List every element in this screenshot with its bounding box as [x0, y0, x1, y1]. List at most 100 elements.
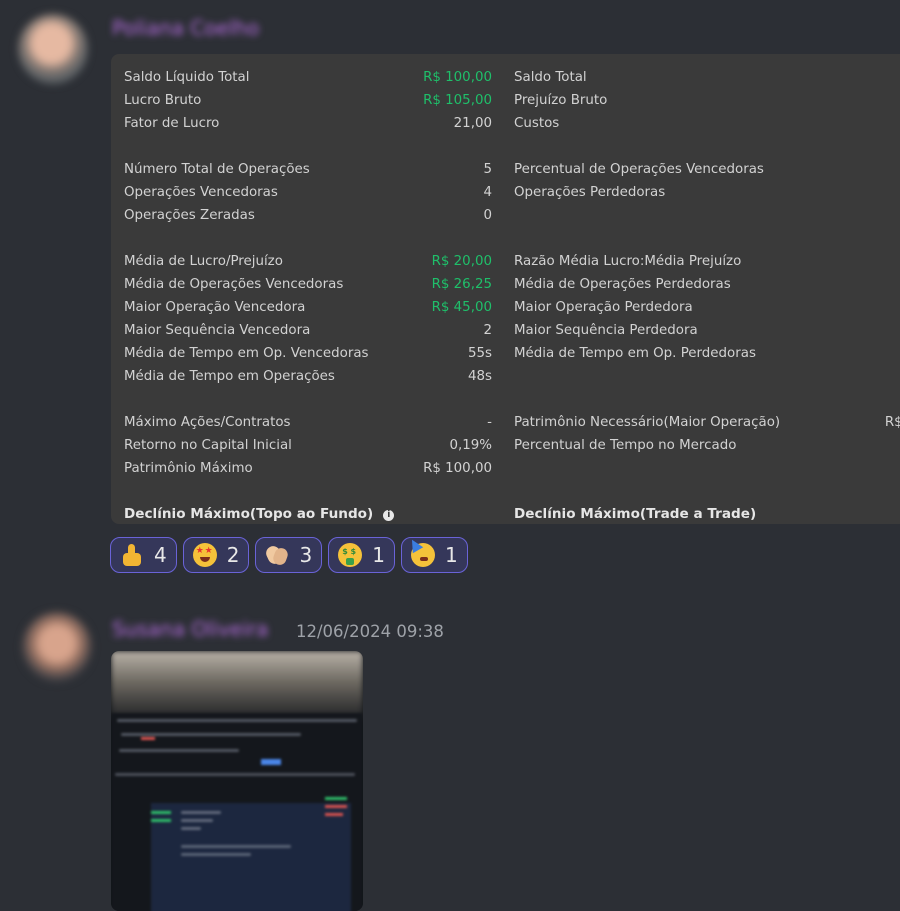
stat-label: Média de Tempo em Op. Vencedoras: [124, 346, 369, 361]
partying-face-icon: [410, 543, 435, 567]
stat-value: 0: [483, 208, 492, 223]
photo-background: [111, 651, 363, 721]
stat-label: Média de Lucro/Prejuízo: [124, 254, 283, 269]
reaction-count: 2: [226, 543, 240, 567]
stat-row: Média de Tempo em Op. Vencedoras 55s: [124, 343, 492, 365]
stat-label: Operações Zeradas: [124, 208, 255, 223]
message-timestamp: 12/06/2024 09:38: [296, 622, 444, 641]
stat-row: Patrimônio Necessário(Maior Operação) R$…: [514, 412, 900, 434]
photo-text-line: [181, 827, 201, 830]
photo-red-value: [325, 805, 347, 808]
stat-label: Razão Média Lucro:Média Prejuízo: [514, 254, 742, 269]
avatar[interactable]: [18, 14, 88, 84]
stat-row: Número Total de Operações 5: [124, 159, 492, 181]
stat-label: Saldo Líquido Total: [124, 70, 250, 85]
photo-text-line: [181, 811, 221, 814]
stat-value: R$ 45,00: [431, 300, 492, 315]
photo-green-value: [151, 811, 171, 814]
stat-row: Média de Operações Perdedoras R: [514, 274, 900, 296]
stat-row: Patrimônio Máximo R$ 100,00: [124, 458, 492, 480]
stat-value: 0,19%: [449, 438, 492, 453]
message-author-name[interactable]: Susana Oliveira: [112, 617, 268, 641]
stat-value: R$ 105,00: [423, 93, 492, 108]
stat-label: Saldo Total: [514, 70, 587, 85]
star-struck-icon: [192, 543, 217, 567]
photo-red-value: [325, 813, 343, 816]
stat-row: Média de Lucro/Prejuízo R$ 20,00: [124, 251, 492, 273]
stat-value: R$ 100,00: [423, 461, 492, 476]
stat-label: Número Total de Operações: [124, 162, 310, 177]
stat-row: Maior Sequência Perdedora: [514, 320, 900, 342]
stat-label: Maior Sequência Perdedora: [514, 323, 698, 338]
photo-blue-button: [261, 759, 281, 765]
reaction-clapping-hands[interactable]: 3: [255, 537, 323, 573]
stat-label: Fator de Lucro: [124, 116, 220, 131]
photo-green-value: [325, 797, 347, 800]
stat-row: Média de Tempo em Operações 48s: [124, 366, 492, 388]
stat-value: R$ 100,00: [423, 70, 492, 85]
reaction-partying-face[interactable]: 1: [400, 537, 468, 573]
photo-green-value: [151, 819, 171, 822]
photo-menu-bar: [117, 719, 357, 722]
photo-monitor-screen: [111, 713, 363, 911]
clapping-hands-icon: [265, 543, 289, 567]
image-attachment[interactable]: [111, 651, 363, 911]
stat-row: Operações Perdedoras: [514, 182, 900, 204]
photo-text-line: [181, 853, 251, 856]
max-drawdown-trade-title: Declínio Máximo(Trade a Trade): [514, 506, 757, 522]
stat-row: Maior Operação Vencedora R$ 45,00: [124, 297, 492, 319]
stat-label: Média de Operações Vencedoras: [124, 277, 344, 292]
photo-toolbar: [121, 733, 301, 736]
stat-row: Percentual de Tempo no Mercado: [514, 435, 900, 457]
stat-row: Média de Operações Vencedoras R$ 26,25: [124, 274, 492, 296]
stat-value: 4: [483, 185, 492, 200]
stat-row: Média de Tempo em Op. Perdedoras: [514, 343, 900, 365]
reaction-count: 1: [372, 543, 385, 567]
stat-value: 55s: [467, 346, 492, 361]
stat-row: Máximo Ações/Contratos -: [124, 412, 492, 434]
stat-value: R$ 26,25: [431, 277, 492, 292]
stat-row: Maior Sequência Vencedora 2: [124, 320, 492, 342]
reaction-count: 3: [299, 543, 313, 567]
photo-red-mark: [141, 737, 155, 740]
avatar[interactable]: [22, 612, 92, 682]
reaction-thumbs-up[interactable]: 4: [110, 537, 177, 573]
reaction-money-mouth[interactable]: 1: [328, 537, 395, 573]
stat-row: Retorno no Capital Inicial 0,19%: [124, 435, 492, 457]
stat-label: Média de Tempo em Op. Perdedoras: [514, 346, 756, 361]
stat-label: Patrimônio Máximo: [124, 461, 253, 476]
stat-row: Razão Média Lucro:Média Prejuízo: [514, 251, 900, 273]
trading-stats-panel: Saldo Líquido Total R$ 100,00 Lucro Brut…: [111, 54, 900, 524]
stat-value: -: [487, 415, 492, 430]
stat-value: 5: [483, 162, 492, 177]
photo-text-line: [181, 819, 213, 822]
reaction-star-struck[interactable]: 2: [182, 537, 250, 573]
stat-label: Maior Sequência Vencedora: [124, 323, 311, 338]
money-mouth-icon: [338, 543, 363, 567]
stat-label: Custos: [514, 116, 560, 131]
info-icon[interactable]: i: [383, 510, 395, 521]
message-author-name[interactable]: Poliana Coelho: [112, 16, 259, 40]
stat-label: Lucro Bruto: [124, 93, 202, 108]
stat-row: Prejuízo Bruto R: [514, 90, 900, 112]
stat-label: Maior Operação Vencedora: [124, 300, 306, 315]
stat-row: Operações Zeradas 0: [124, 205, 492, 227]
section-title-text: Declínio Máximo(Topo ao Fundo): [124, 506, 374, 522]
stat-value: 21,00: [453, 116, 492, 131]
stat-label: Maior Operação Perdedora: [514, 300, 693, 315]
reaction-count: 4: [154, 543, 167, 567]
stat-row: Operações Vencedoras 4: [124, 182, 492, 204]
stat-label: Máximo Ações/Contratos: [124, 415, 291, 430]
stat-row: Percentual de Operações Vencedoras: [514, 159, 900, 181]
stat-label: Percentual de Tempo no Mercado: [514, 438, 737, 453]
stat-row: Saldo Total R$: [514, 67, 900, 89]
photo-toolbar: [119, 749, 239, 752]
photo-text-line: [181, 845, 291, 848]
reaction-count: 1: [444, 543, 458, 567]
stat-label: Retorno no Capital Inicial: [124, 438, 292, 453]
reaction-bar: 4 2 3 1 1: [110, 537, 468, 577]
stat-label: Prejuízo Bruto: [514, 93, 608, 108]
stat-row: Saldo Líquido Total R$ 100,00: [124, 67, 492, 89]
photo-tabs: [115, 773, 355, 776]
stat-label: Percentual de Operações Vencedoras: [514, 162, 764, 177]
